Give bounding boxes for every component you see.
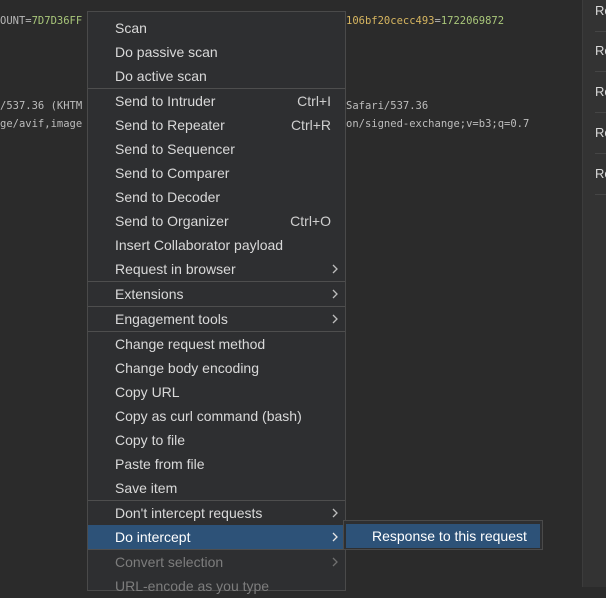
code-line: ge/avif,image — [0, 118, 82, 130]
menu-item-label: Insert Collaborator payload — [115, 237, 284, 253]
menu-item-copy-as-curl[interactable]: Copy as curl command (bash) — [88, 404, 345, 428]
code-line: 106bf20cecc493=1722069872 — [346, 15, 504, 27]
submenu-item-label: Response to this request — [372, 528, 527, 544]
menu-item-request-in-browser[interactable]: Request in browser — [88, 257, 345, 281]
menu-item-change-body-encoding[interactable]: Change body encoding — [88, 356, 345, 380]
panel-list-item[interactable]: Re — [595, 113, 606, 154]
menu-item-change-request-method[interactable]: Change request method — [88, 332, 345, 356]
menu-item-dont-intercept-requests[interactable]: Don't intercept requests — [88, 501, 345, 525]
menu-item-label: Send to Sequencer — [115, 141, 235, 157]
menu-item-shortcut: Ctrl+R — [290, 117, 331, 133]
menu-item-label: Convert selection — [115, 554, 224, 570]
menu-item-label: Send to Decoder — [115, 189, 221, 205]
menu-item-shortcut: Ctrl+O — [290, 213, 331, 229]
context-menu: Scan Do passive scan Do active scan Send… — [87, 11, 346, 594]
code-text: 106bf20cecc493 — [346, 15, 435, 27]
chevron-right-icon — [332, 314, 338, 324]
code-line: on/signed-exchange;v=b3;q=0.7 — [346, 118, 529, 130]
code-text: on/signed-exchange;v=b3;q=0.7 — [346, 118, 530, 130]
code-value: 1722069872 — [440, 15, 505, 27]
panel-list-item[interactable]: Re — [595, 154, 606, 195]
menu-item-label: Send to Organizer — [115, 213, 229, 229]
menu-item-convert-selection[interactable]: Convert selection — [88, 550, 345, 574]
menu-item-send-to-intruder[interactable]: Send to Intruder Ctrl+I — [88, 89, 345, 113]
menu-item-shortcut: Ctrl+I — [297, 93, 331, 109]
menu-item-url-encode-as-you-type[interactable]: URL-encode as you type — [88, 574, 345, 598]
menu-item-copy-to-file[interactable]: Copy to file — [88, 428, 345, 452]
menu-item-send-to-repeater[interactable]: Send to Repeater Ctrl+R — [88, 113, 345, 137]
chevron-right-icon — [332, 289, 338, 299]
do-intercept-submenu: Response to this request — [343, 520, 543, 550]
menu-item-do-active-scan[interactable]: Do active scan — [88, 64, 345, 88]
panel-list-item[interactable]: Re — [595, 31, 606, 72]
menu-item-send-to-comparer[interactable]: Send to Comparer — [88, 161, 345, 185]
code-line: /537.36 (KHTM — [0, 100, 82, 112]
menu-item-label: Send to Comparer — [115, 165, 230, 181]
menu-item-label: Do passive scan — [115, 44, 218, 60]
menu-item-send-to-organizer[interactable]: Send to Organizer Ctrl+O — [88, 209, 345, 233]
menu-item-do-intercept[interactable]: Do intercept — [88, 525, 345, 549]
menu-item-label: Don't intercept requests — [115, 505, 263, 521]
panel-list-item[interactable]: Re — [595, 0, 606, 32]
menu-item-copy-url[interactable]: Copy URL — [88, 380, 345, 404]
code-value: 7D7D36FF — [31, 15, 83, 27]
menu-item-label: Request in browser — [115, 261, 236, 277]
chevron-right-icon — [332, 557, 338, 567]
menu-item-send-to-sequencer[interactable]: Send to Sequencer — [88, 137, 345, 161]
menu-item-label: Change body encoding — [115, 360, 260, 376]
panel-item-label: Re — [595, 3, 606, 18]
menu-item-label: Scan — [115, 20, 147, 36]
chevron-right-icon — [332, 532, 338, 542]
menu-item-paste-from-file[interactable]: Paste from file — [88, 452, 345, 476]
code-text: Safari/537.36 — [346, 100, 429, 112]
menu-item-send-to-decoder[interactable]: Send to Decoder — [88, 185, 345, 209]
right-side-panel: Re Re Re Re Re — [582, 0, 606, 587]
menu-item-save-item[interactable]: Save item — [88, 476, 345, 500]
menu-item-label: Send to Repeater — [115, 117, 225, 133]
menu-item-label: Change request method — [115, 336, 266, 352]
menu-item-label: Do active scan — [115, 68, 207, 84]
submenu-item-response-to-this-request[interactable]: Response to this request — [346, 524, 540, 548]
chevron-right-icon — [332, 508, 338, 518]
panel-item-label: Re — [595, 125, 606, 140]
menu-item-label: Paste from file — [115, 456, 205, 472]
menu-item-label: URL-encode as you type — [115, 578, 270, 594]
code-text: /537.36 (KHTM — [0, 100, 83, 112]
code-text: ge/avif,image — [0, 118, 83, 130]
panel-item-label: Re — [595, 166, 606, 181]
menu-item-label: Do intercept — [115, 529, 191, 545]
chevron-right-icon — [332, 264, 338, 274]
panel-item-label: Re — [595, 43, 606, 58]
menu-item-insert-collaborator-payload[interactable]: Insert Collaborator payload — [88, 233, 345, 257]
menu-item-label: Save item — [115, 480, 178, 496]
panel-list-item[interactable]: Re — [595, 72, 606, 113]
menu-item-extensions[interactable]: Extensions — [88, 282, 345, 306]
menu-item-label: Copy as curl command (bash) — [115, 408, 302, 424]
menu-item-label: Extensions — [115, 286, 184, 302]
code-line: Safari/537.36 — [346, 100, 428, 112]
menu-item-label: Copy to file — [115, 432, 186, 448]
menu-item-label: Copy URL — [115, 384, 180, 400]
menu-item-label: Engagement tools — [115, 311, 228, 327]
menu-item-scan[interactable]: Scan — [88, 16, 345, 40]
panel-item-label: Re — [595, 84, 606, 99]
menu-item-label: Send to Intruder — [115, 93, 216, 109]
code-text: OUNT= — [0, 15, 32, 27]
menu-item-do-passive-scan[interactable]: Do passive scan — [88, 40, 345, 64]
menu-item-engagement-tools[interactable]: Engagement tools — [88, 307, 345, 331]
code-line: OUNT=7D7D36FF — [0, 15, 82, 27]
